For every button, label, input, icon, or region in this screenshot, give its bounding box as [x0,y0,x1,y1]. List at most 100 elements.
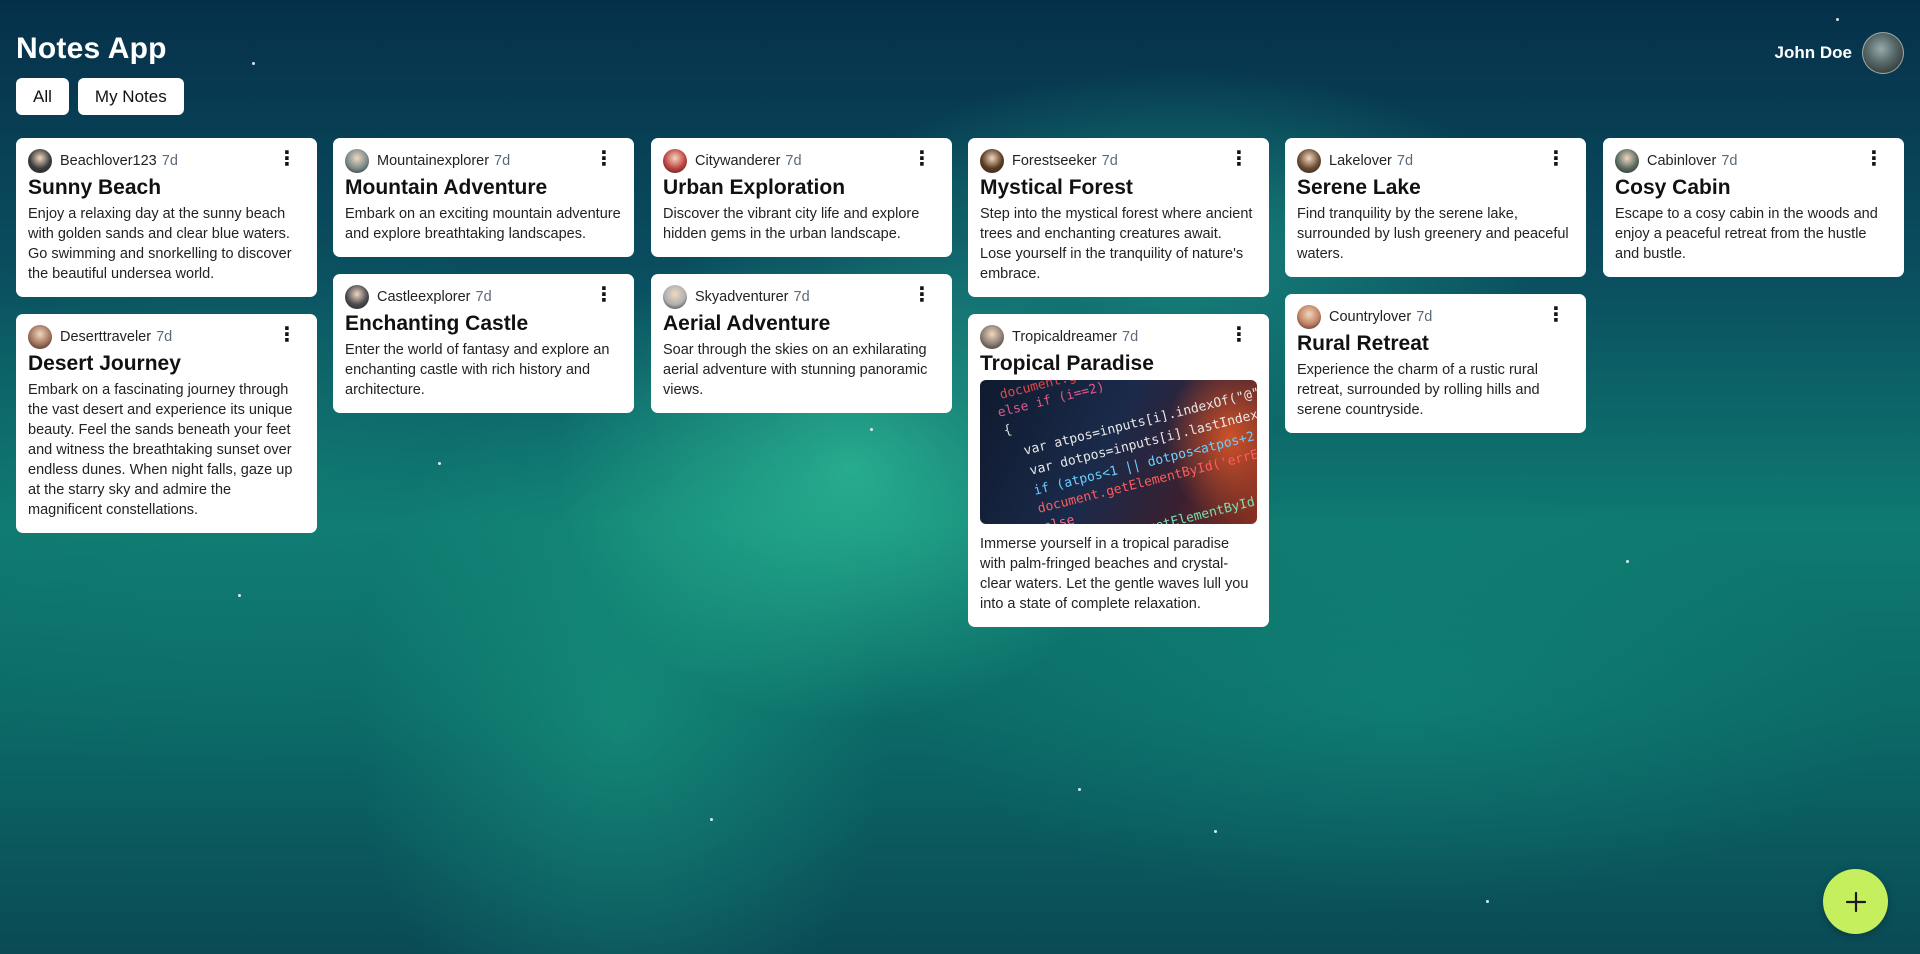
more-vertical-icon[interactable]: ⋮ [594,149,614,169]
note-author: Castleexplorer [377,289,471,305]
note-header: Citywanderer 7d ⋮ [663,148,940,174]
plus-icon [1845,891,1866,912]
note-card[interactable]: Deserttraveler 7d ⋮ Desert Journey Embar… [16,314,317,533]
note-time: 7d [785,153,802,169]
note-body: Enter the world of fantasy and explore a… [345,342,610,398]
note-title: Desert Journey [28,352,181,375]
more-vertical-icon[interactable]: ⋮ [1546,149,1566,169]
note-card[interactable]: Beachlover123 7d ⋮ Sunny Beach Enjoy a r… [16,138,317,297]
notes-column: Citywanderer 7d ⋮ Urban Exploration Disc… [651,138,952,413]
more-vertical-icon[interactable]: ⋮ [912,285,932,305]
more-vertical-icon[interactable]: ⋮ [912,149,932,169]
note-card[interactable]: Tropicaldreamer 7d ⋮ Tropical Paradise d… [968,314,1269,627]
note-time: 7d [1122,329,1139,345]
more-vertical-icon[interactable]: ⋮ [277,149,297,169]
note-author: Mountainexplorer [377,153,490,169]
note-card[interactable]: Cabinlover 7d ⋮ Cosy Cabin Escape to a c… [1603,138,1904,277]
author-avatar [1297,149,1321,173]
notes-column: Mountainexplorer 7d ⋮ Mountain Adventure… [333,138,634,413]
note-body: Immerse yourself in a tropical paradise … [980,536,1249,612]
notes-column: Beachlover123 7d ⋮ Sunny Beach Enjoy a r… [16,138,317,533]
app-title: Notes App [16,32,167,65]
note-title: Urban Exploration [663,176,846,199]
note-image: document.getElementById(div).innerHTML =… [980,380,1257,524]
note-author: Beachlover123 [60,153,157,169]
note-title: Cosy Cabin [1615,176,1731,199]
note-time: 7d [494,153,511,169]
app-header: Notes App All My Notes [16,32,184,115]
filter-all-button[interactable]: All [16,78,69,115]
note-author: Tropicaldreamer [1012,329,1118,345]
author-avatar [1297,305,1321,329]
note-author: Lakelover [1329,153,1392,169]
note-card[interactable]: Mountainexplorer 7d ⋮ Mountain Adventure… [333,138,634,257]
note-author: Citywanderer [695,153,781,169]
more-vertical-icon[interactable]: ⋮ [277,325,297,345]
notes-column: Cabinlover 7d ⋮ Cosy Cabin Escape to a c… [1603,138,1904,277]
add-note-button[interactable] [1823,869,1888,934]
note-time: 7d [1416,309,1433,325]
star-decoration [1078,788,1081,791]
note-time: 7d [1396,153,1414,169]
filter-my-notes-button[interactable]: My Notes [77,78,184,115]
author-avatar [663,285,687,309]
note-card[interactable]: Countrylover 7d ⋮ Rural Retreat Experien… [1285,294,1586,433]
note-author: Deserttraveler [60,329,152,345]
author-avatar [345,285,369,309]
note-title: Enchanting Castle [345,312,529,335]
note-card[interactable]: Skyadventurer 7d ⋮ Aerial Adventure Soar… [651,274,952,413]
notes-column: Forestseeker 7d ⋮ Mystical Forest Step i… [968,138,1269,627]
notes-column: Lakelover 7d ⋮ Serene Lake Find tranquil… [1285,138,1586,433]
note-title: Aerial Adventure [663,312,831,335]
note-header: Countrylover 7d ⋮ [1297,304,1574,330]
author-avatar [980,325,1004,349]
star-decoration [710,818,713,821]
note-card[interactable]: Citywanderer 7d ⋮ Urban Exploration Disc… [651,138,952,257]
note-header: Lakelover 7d ⋮ [1297,148,1574,174]
note-card[interactable]: Lakelover 7d ⋮ Serene Lake Find tranquil… [1285,138,1586,277]
author-avatar [663,149,687,173]
note-title: Rural Retreat [1297,332,1429,355]
star-decoration [1626,560,1629,563]
note-header: Mountainexplorer 7d ⋮ [345,148,622,174]
user-menu[interactable]: John Doe [1775,32,1904,74]
code-line: { [1002,422,1014,439]
author-avatar [980,149,1004,173]
note-time: 7d [475,289,492,305]
note-author: Skyadventurer [695,289,789,305]
star-decoration [438,462,441,465]
note-time: 7d [156,329,173,345]
note-body: Experience the charm of a rustic rural r… [1297,362,1540,418]
note-body: Embark on a fascinating journey through … [28,382,293,518]
more-vertical-icon[interactable]: ⋮ [1229,149,1249,169]
note-title: Mountain Adventure [345,176,548,199]
note-header: Tropicaldreamer 7d ⋮ [980,324,1257,350]
note-title: Serene Lake [1297,176,1421,199]
more-vertical-icon[interactable]: ⋮ [1546,305,1566,325]
note-header: Beachlover123 7d ⋮ [28,148,305,174]
note-time: 7d [793,289,810,305]
author-avatar [345,149,369,173]
note-header: Castleexplorer 7d ⋮ [345,284,622,310]
note-body: Step into the mystical forest where anci… [980,206,1253,282]
note-body: Find tranquility by the serene lake, sur… [1297,206,1569,262]
note-header: Skyadventurer 7d ⋮ [663,284,940,310]
note-body: Escape to a cosy cabin in the woods and … [1615,206,1878,262]
star-decoration [252,62,255,65]
more-vertical-icon[interactable]: ⋮ [594,285,614,305]
more-vertical-icon[interactable]: ⋮ [1229,325,1249,345]
note-title: Mystical Forest [980,176,1133,199]
note-time: 7d [161,153,178,169]
user-avatar[interactable] [1862,32,1904,74]
note-body: Enjoy a relaxing day at the sunny beach … [28,206,292,282]
author-avatar [28,149,52,173]
note-body: Discover the vibrant city life and explo… [663,206,920,242]
author-avatar [28,325,52,349]
note-title: Sunny Beach [28,176,162,199]
more-vertical-icon[interactable]: ⋮ [1864,149,1884,169]
note-card[interactable]: Forestseeker 7d ⋮ Mystical Forest Step i… [968,138,1269,297]
note-card[interactable]: Castleexplorer 7d ⋮ Enchanting Castle En… [333,274,634,413]
note-body: Embark on an exciting mountain adventure… [345,206,621,242]
user-name: John Doe [1774,43,1852,62]
note-title: Tropical Paradise [980,352,1154,375]
